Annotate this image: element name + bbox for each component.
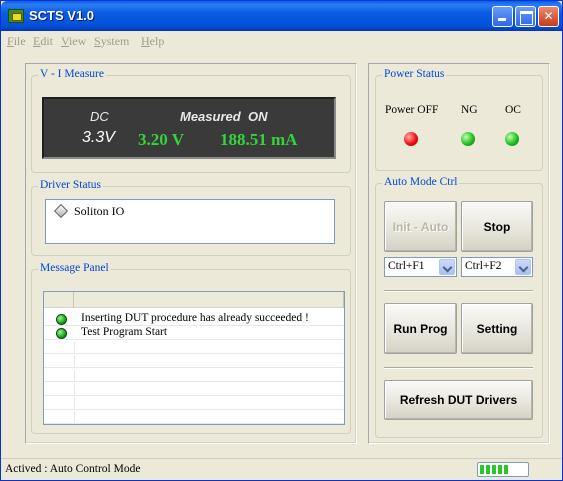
power-status-title: Power Status xyxy=(382,68,447,80)
menu-view[interactable]: View xyxy=(61,34,86,49)
power-status-group: Power Status xyxy=(375,68,543,171)
minimize-button[interactable] xyxy=(492,6,513,27)
close-button[interactable]: ✕ xyxy=(538,6,559,27)
refresh-drivers-label: Refresh DUT Drivers xyxy=(399,393,518,407)
stop-label: Stop xyxy=(483,219,511,234)
empty-row xyxy=(44,412,344,424)
setting-label: Setting xyxy=(476,321,518,336)
column-header-icon[interactable] xyxy=(44,292,74,308)
divider xyxy=(384,367,533,369)
init-hotkey-select[interactable]: Ctrl+F1 xyxy=(384,257,457,277)
measurement-display: DC Measured ON 3.3V 3.20 V 188.51 mA xyxy=(42,97,336,159)
driver-status-title: Driver Status xyxy=(38,179,104,191)
init-hotkey-value: Ctrl+F1 xyxy=(388,260,425,272)
empty-row xyxy=(44,342,344,354)
run-prog-label: Run Prog xyxy=(393,321,448,336)
message-text: Test Program Start xyxy=(81,326,168,338)
ng-label: NG xyxy=(461,104,478,116)
app-window: SCTS V1.0 ✕ File Edit View System Help V… xyxy=(0,0,563,481)
empty-row xyxy=(44,356,344,368)
measured-current: 188.51 mA xyxy=(220,130,298,149)
oc-led xyxy=(505,132,519,146)
init-auto-label: Init - Auto xyxy=(392,219,449,234)
measured-label: Measured xyxy=(180,109,241,124)
list-item[interactable]: Test Program Start xyxy=(44,326,344,340)
power-off-label: Power OFF xyxy=(385,104,439,116)
menu-file[interactable]: File xyxy=(7,34,26,49)
oc-label: OC xyxy=(505,104,521,116)
empty-row xyxy=(44,398,344,410)
auto-mode-title: Auto Mode Ctrl xyxy=(382,176,460,188)
set-voltage: 3.3V xyxy=(82,129,115,146)
driver-list[interactable]: Soliton IO xyxy=(45,199,335,244)
message-list[interactable]: Inserting DUT procedure has already succ… xyxy=(43,291,345,425)
empty-row xyxy=(44,370,344,382)
chevron-down-icon[interactable] xyxy=(439,259,455,275)
power-off-led xyxy=(404,132,418,146)
status-bar: Actived : Auto Control Mode xyxy=(1,458,562,480)
status-text: Actived : Auto Control Mode xyxy=(5,463,141,475)
measured-state: ON xyxy=(248,109,268,124)
app-icon xyxy=(8,9,24,23)
vi-measure-title: V - I Measure xyxy=(38,68,106,80)
green-status-icon xyxy=(56,314,67,325)
list-item[interactable]: Inserting DUT procedure has already succ… xyxy=(44,312,344,326)
menu-bar: File Edit View System Help xyxy=(1,31,562,51)
menu-system[interactable]: System xyxy=(94,34,129,49)
measured-voltage: 3.20 V xyxy=(138,130,184,149)
green-status-icon xyxy=(56,328,67,339)
mode-label: DC xyxy=(90,109,109,124)
stop-button[interactable]: Stop xyxy=(461,201,533,252)
empty-row xyxy=(44,384,344,396)
ng-led xyxy=(461,132,475,146)
message-panel-title: Message Panel xyxy=(38,262,111,274)
maximize-button[interactable] xyxy=(515,6,536,27)
message-list-header xyxy=(44,292,344,308)
init-auto-button[interactable]: Init - Auto xyxy=(384,201,457,252)
menu-help[interactable]: Help xyxy=(141,34,164,49)
progress-fill xyxy=(480,465,510,474)
driver-diamond-icon xyxy=(53,203,69,219)
column-header-message[interactable] xyxy=(74,292,344,308)
refresh-drivers-button[interactable]: Refresh DUT Drivers xyxy=(384,380,533,420)
window-title: SCTS V1.0 xyxy=(29,8,95,23)
menu-edit[interactable]: Edit xyxy=(33,34,53,49)
status-progress-bar xyxy=(477,462,529,477)
setting-button[interactable]: Setting xyxy=(461,303,533,354)
message-text: Inserting DUT procedure has already succ… xyxy=(81,312,309,324)
driver-label: Soliton IO xyxy=(74,204,125,218)
stop-hotkey-select[interactable]: Ctrl+F2 xyxy=(461,257,533,277)
stop-hotkey-value: Ctrl+F2 xyxy=(465,260,502,272)
run-prog-button[interactable]: Run Prog xyxy=(384,303,457,354)
title-bar[interactable]: SCTS V1.0 ✕ xyxy=(1,1,562,31)
divider xyxy=(384,290,533,292)
chevron-down-icon[interactable] xyxy=(515,259,531,275)
